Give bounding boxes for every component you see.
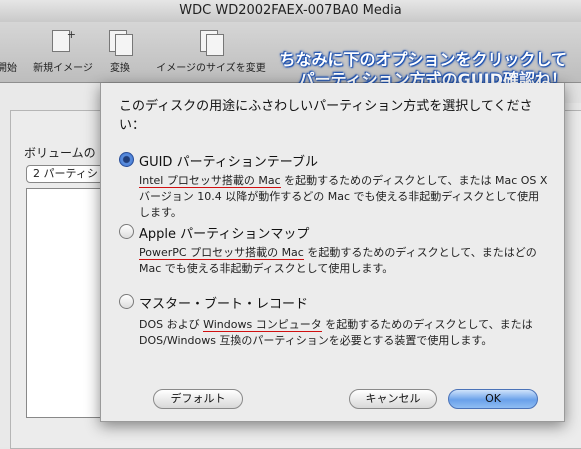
- guid-desc-highlight: Intel プロセッサ搭載の Mac: [139, 174, 281, 188]
- volume-scheme-label: ボリュームの: [24, 146, 96, 160]
- resize-image-icon: [200, 30, 224, 56]
- apple-desc-highlight: PowerPC プロセッサ搭載の Mac: [139, 246, 304, 260]
- volume-layout-list[interactable]: [26, 188, 108, 418]
- toolbar-new-image[interactable]: + 新規イメージ: [28, 28, 98, 74]
- dialog-prompt: このディスクの用途にふさわしいパーティション方式を選択してください：: [119, 99, 533, 133]
- annotation-line-1: ちなみに下のオプションをクリックして: [279, 50, 567, 69]
- guid-radio[interactable]: [119, 152, 134, 167]
- mbr-desc-pre: DOS および: [139, 318, 204, 331]
- toolbar-new-image-label: 新規イメージ: [33, 63, 93, 74]
- cancel-button[interactable]: キャンセル: [349, 389, 437, 409]
- guid-description: Intel プロセッサ搭載の Mac を起動するためのディスクとして、または M…: [139, 173, 549, 221]
- ok-button[interactable]: OK: [448, 389, 538, 409]
- window-title: WDC WD2002FAEX-007BA0 Media: [0, 0, 581, 23]
- toolbar-resize-label: イメージのサイズを変更: [156, 63, 266, 74]
- toolbar-start-label: 開始: [0, 63, 17, 74]
- guid-title: GUID パーティションテーブル: [139, 155, 319, 170]
- convert-icon: [109, 30, 133, 56]
- mbr-radio[interactable]: [119, 294, 134, 309]
- mbr-title: マスター・ブート・レコード: [139, 297, 309, 312]
- apple-radio[interactable]: [119, 224, 134, 239]
- toolbar-start[interactable]: 開始: [0, 30, 20, 74]
- new-image-icon: +: [52, 28, 76, 56]
- mbr-desc-highlight: Windows コンピュータ: [203, 318, 322, 332]
- partition-scheme-dialog: このディスクの用途にふさわしいパーティション方式を選択してください： GUID …: [100, 83, 565, 422]
- apple-description: PowerPC プロセッサ搭載の Mac を起動するためのディスクとして、または…: [139, 245, 549, 277]
- toolbar-resize-image[interactable]: イメージのサイズを変更: [146, 30, 276, 74]
- toolbar-convert-label: 変換: [110, 63, 130, 74]
- start-icon: [0, 30, 18, 56]
- toolbar-convert[interactable]: 変換: [104, 30, 136, 74]
- toolbar: 開始 + 新規イメージ 変換 イメージのサイズを変更 ちなみに下のオプションをク…: [0, 22, 581, 89]
- mbr-description: DOS および Windows コンピュータ を起動するためのディスクとして、ま…: [139, 317, 549, 349]
- apple-title: Apple パーティションマップ: [139, 227, 310, 242]
- default-button[interactable]: デフォルト: [153, 389, 243, 409]
